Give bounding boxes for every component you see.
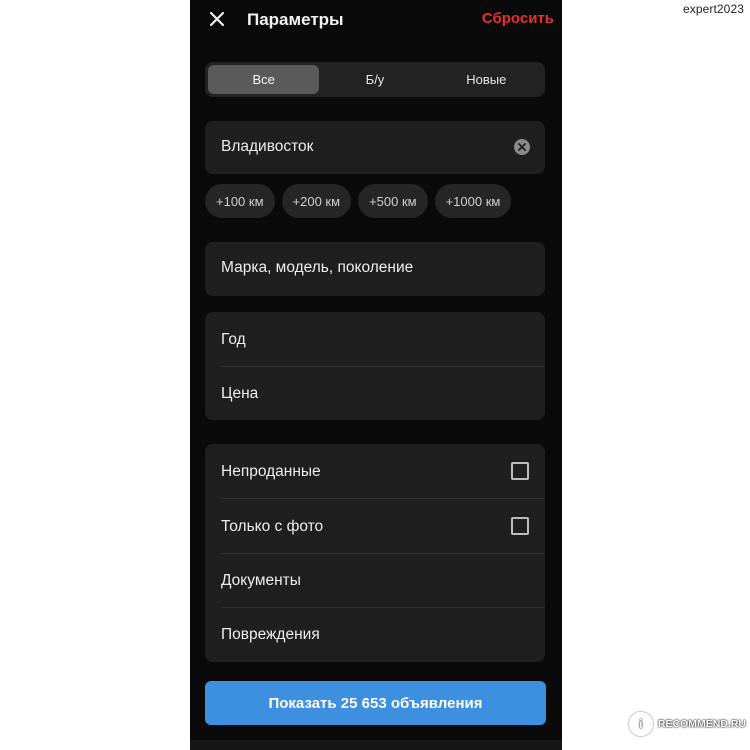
city-field[interactable]: Владивосток [205, 121, 545, 174]
recommend-logo-icon: i [628, 712, 653, 736]
user-watermark: expert2023 [682, 2, 744, 16]
tab-all[interactable]: Все [208, 65, 320, 94]
unsold-label: Непроданные [221, 463, 321, 480]
site-watermark-text: RECOMMEND.RU [657, 718, 746, 730]
photo-only-checkbox[interactable] [511, 517, 529, 535]
radius-chip-500[interactable]: +500 км [358, 184, 428, 218]
radius-chip-100[interactable]: +100 км [205, 184, 275, 218]
site-watermark: i RECOMMEND.RU [628, 712, 746, 736]
tab-used[interactable]: Б/у [319, 65, 430, 94]
year-row[interactable]: Год [205, 312, 545, 366]
documents-label: Документы [221, 572, 301, 589]
page-title: Параметры [247, 10, 344, 29]
close-icon [209, 11, 225, 27]
clear-city-button[interactable] [514, 139, 530, 155]
damage-label: Повреждения [221, 626, 320, 643]
damage-row[interactable]: Повреждения [205, 608, 545, 662]
unsold-checkbox[interactable] [511, 462, 529, 480]
brand-model-label: Марка, модель, поколение [221, 259, 414, 276]
phone-screen: Параметры Сбросить Все Б/у Новые Владиво… [190, 0, 562, 750]
reset-button[interactable]: Сбросить [482, 10, 554, 27]
city-value: Владивосток [221, 138, 314, 155]
documents-row[interactable]: Документы [205, 553, 545, 607]
tab-new[interactable]: Новые [431, 65, 542, 94]
radius-chip-200[interactable]: +200 км [281, 184, 352, 218]
radius-chips: +100 км +200 км +500 км +1000 км [205, 184, 512, 218]
price-label: Цена [221, 385, 259, 402]
radius-chip-1000[interactable]: +1000 км [434, 184, 512, 218]
year-label: Год [221, 331, 246, 348]
condition-segmented-control: Все Б/у Новые [205, 62, 545, 97]
photo-only-label: Только с фото [221, 518, 324, 535]
brand-model-field[interactable]: Марка, модель, поколение [205, 242, 545, 296]
close-button[interactable] [204, 6, 230, 32]
unsold-row[interactable]: Непроданные [205, 444, 545, 498]
year-price-group: Год Цена [205, 312, 545, 420]
top-bar: Параметры Сбросить [190, 0, 562, 40]
photo-only-row[interactable]: Только с фото [205, 499, 545, 553]
show-results-button[interactable]: Показать 25 653 объявления [205, 681, 546, 725]
bottom-edge [190, 740, 562, 750]
price-row[interactable]: Цена [205, 366, 545, 420]
options-group: Непроданные Только с фото Документы Повр… [205, 444, 545, 662]
clear-circle-icon [518, 143, 526, 151]
